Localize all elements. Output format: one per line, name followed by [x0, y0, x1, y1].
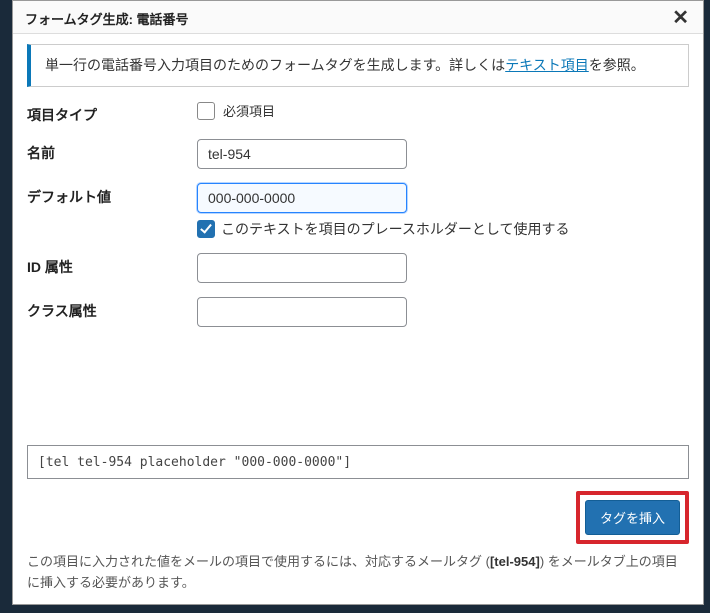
mail-hint-before: この項目に入力された値をメールの項目で使用するには、対応するメールタグ ( [27, 554, 490, 569]
close-icon[interactable]: ✕ [670, 8, 691, 28]
output-area: タグを挿入 この項目に入力された値をメールの項目で使用するには、対応するメールタ… [27, 445, 689, 594]
modal-body: 単一行の電話番号入力項目のためのフォームタグを生成します。詳しくはテキスト項目を… [13, 34, 703, 604]
default-value-input[interactable] [197, 183, 407, 213]
field-name [197, 139, 689, 169]
insert-area: タグを挿入 [27, 491, 689, 544]
label-type: 項目タイプ [27, 101, 197, 125]
insert-tag-button[interactable]: タグを挿入 [585, 500, 680, 535]
placeholder-checkbox[interactable] [197, 220, 215, 238]
generated-tag-output[interactable] [27, 445, 689, 479]
modal-title: フォームタグ生成: 電話番号 [25, 9, 189, 28]
name-input[interactable] [197, 139, 407, 169]
label-class: クラス属性 [27, 297, 197, 321]
id-input[interactable] [197, 253, 407, 283]
field-required: 必須項目 [197, 101, 689, 120]
field-class [197, 297, 689, 327]
mail-tag: [tel-954] [490, 554, 540, 569]
placeholder-checkbox-label: このテキストを項目のプレースホルダーとして使用する [221, 219, 569, 239]
mail-hint: この項目に入力された値をメールの項目で使用するには、対応するメールタグ ([te… [27, 552, 689, 594]
required-checkbox-label: 必須項目 [223, 101, 275, 120]
field-id [197, 253, 689, 283]
info-callout: 単一行の電話番号入力項目のためのフォームタグを生成します。詳しくはテキスト項目を… [27, 44, 689, 87]
form-grid: 項目タイプ 必須項目 名前 デフォルト値 このテキストを項目のプレースホルダーと… [27, 101, 689, 327]
modal-header: フォームタグ生成: 電話番号 ✕ [13, 1, 703, 34]
info-text: 単一行の電話番号入力項目のためのフォームタグを生成します。詳しくは [45, 57, 505, 73]
field-default: このテキストを項目のプレースホルダーとして使用する [197, 183, 689, 239]
info-link[interactable]: テキスト項目 [505, 57, 589, 73]
label-default: デフォルト値 [27, 183, 197, 207]
class-input[interactable] [197, 297, 407, 327]
form-tag-generator-modal: フォームタグ生成: 電話番号 ✕ 単一行の電話番号入力項目のためのフォームタグを… [12, 0, 704, 605]
label-id: ID 属性 [27, 253, 197, 277]
placeholder-option: このテキストを項目のプレースホルダーとして使用する [197, 219, 689, 239]
required-checkbox[interactable] [197, 102, 215, 120]
label-name: 名前 [27, 139, 197, 163]
info-text-after: を参照。 [589, 57, 645, 73]
insert-highlight-box: タグを挿入 [576, 491, 689, 544]
